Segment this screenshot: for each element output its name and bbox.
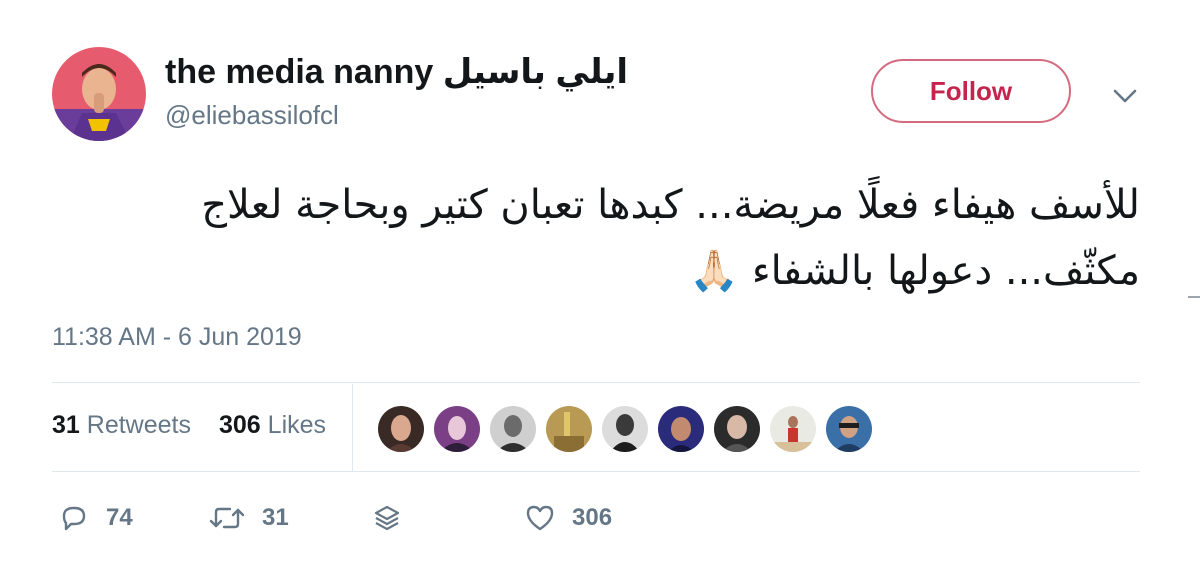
liker-avatar[interactable] <box>376 404 426 454</box>
liker-avatar[interactable] <box>600 404 650 454</box>
likes-count: 306 <box>219 411 261 439</box>
liker-avatar[interactable] <box>488 404 538 454</box>
author-display-name[interactable]: the media nanny ايلي باسيل <box>165 52 628 92</box>
liker-avatar[interactable] <box>824 404 874 454</box>
reply-icon <box>62 506 86 531</box>
liker-avatar[interactable] <box>544 404 594 454</box>
retweet-icon <box>209 507 245 529</box>
retweets-count: 31 <box>52 411 80 439</box>
author-handle[interactable]: @eliebassilofcl <box>165 100 339 131</box>
author-avatar[interactable] <box>52 47 146 141</box>
tweet-text-line-1: للأسف هيفاء فعلًا مريضة... كبدها تعبان ك… <box>201 182 1140 228</box>
retweet-button[interactable]: 31 <box>208 500 289 536</box>
divider-top <box>52 382 1140 383</box>
liker-avatar[interactable] <box>712 404 762 454</box>
divider-bottom <box>52 471 1140 472</box>
retweet-count: 31 <box>262 504 289 531</box>
liker-avatar[interactable] <box>656 404 706 454</box>
likes-stat[interactable]: 306 Likes <box>219 411 326 440</box>
tweet-text-line-2: مكثّف... دعولها بالشفاء 🙏🏻 <box>689 248 1140 294</box>
tweet-timestamp[interactable]: 11:38 AM - 6 Jun 2019 <box>52 323 302 352</box>
retweets-label: Retweets <box>86 411 191 439</box>
liker-avatar[interactable] <box>432 404 482 454</box>
retweets-stat[interactable]: 31 Retweets <box>52 411 191 440</box>
reply-count: 74 <box>106 504 133 531</box>
tweet-text: للأسف هيفاء فعلًا مريضة... كبدها تعبان ك… <box>95 172 1140 304</box>
follow-button[interactable]: Follow <box>871 59 1071 123</box>
stack-icon <box>374 505 400 531</box>
divider-stats <box>352 384 353 471</box>
edge-mark <box>1188 296 1200 298</box>
reply-button[interactable]: 74 <box>58 500 133 536</box>
avatar-image <box>52 47 146 141</box>
liker-avatar[interactable] <box>768 404 818 454</box>
chevron-down-icon[interactable] <box>1110 83 1140 109</box>
stack-button[interactable] <box>372 500 402 536</box>
likes-label: Likes <box>267 411 327 439</box>
like-count: 306 <box>572 504 613 531</box>
like-button[interactable]: 306 <box>524 500 612 536</box>
heart-icon <box>526 505 554 531</box>
